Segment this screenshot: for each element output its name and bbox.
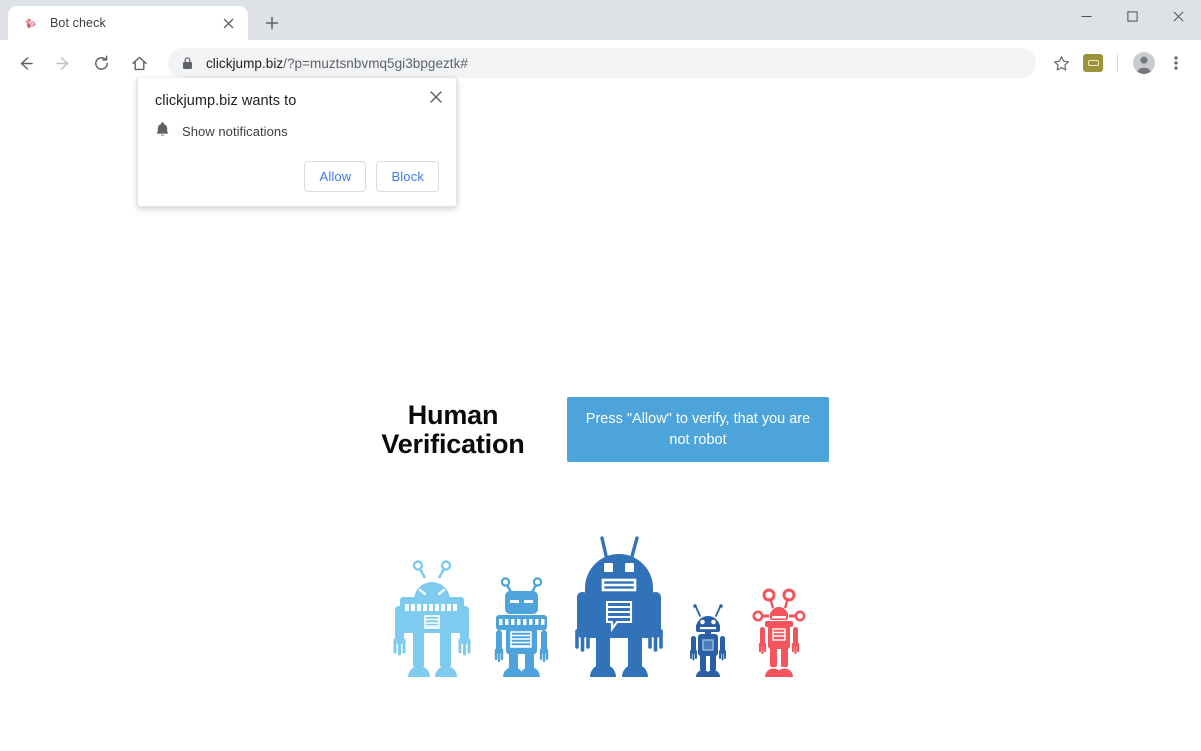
headline-line-1: Human [372, 401, 534, 429]
robot-4-small-dark-blue [683, 600, 733, 678]
url-path: /?p=muztsnbvmq5gi3bpgeztk# [283, 56, 468, 71]
block-button[interactable]: Block [376, 161, 439, 192]
robot-5-red [749, 586, 809, 678]
bell-icon [155, 121, 170, 142]
window-controls [1063, 0, 1201, 32]
extension-glyph [1088, 60, 1099, 66]
chrome-menu-icon[interactable] [1161, 48, 1191, 78]
verify-allow-button[interactable]: Press "Allow" to verify, that you are no… [567, 397, 829, 462]
notification-permission-dialog: clickjump.biz wants to Show notification… [137, 78, 457, 207]
robot-illustration [0, 530, 1201, 678]
permission-request-row: Show notifications [155, 121, 288, 142]
avatar [1133, 52, 1155, 74]
robot-3-large-blue [571, 530, 667, 678]
reload-button[interactable] [84, 46, 118, 80]
new-tab-button[interactable] [258, 9, 286, 37]
forward-button[interactable] [46, 46, 80, 80]
toolbar-divider [1117, 54, 1118, 72]
allow-button[interactable]: Allow [304, 161, 366, 192]
minimize-button[interactable] [1063, 0, 1109, 32]
close-tab-icon[interactable] [218, 13, 238, 33]
robot-1-light-blue [392, 556, 472, 678]
page-title: Human Verification [372, 401, 534, 458]
home-button[interactable] [122, 46, 156, 80]
url-host: clickjump.biz [206, 56, 283, 71]
tab-title: Bot check [50, 16, 218, 30]
maximize-button[interactable] [1109, 0, 1155, 32]
permission-actions: Allow Block [304, 161, 439, 192]
close-icon[interactable] [422, 83, 450, 111]
address-bar[interactable]: clickjump.biz/?p=muztsnbvmq5gi3bpgeztk# [168, 48, 1036, 78]
bookmark-star-icon[interactable] [1046, 48, 1076, 78]
extension-icon[interactable] [1078, 48, 1108, 78]
back-button[interactable] [8, 46, 42, 80]
headline-line-2: Verification [372, 430, 534, 458]
lock-icon [172, 48, 202, 78]
robot-2-blue [488, 572, 555, 678]
tab-strip: Bot check [0, 0, 1201, 40]
browser-window: Bot check [0, 0, 1201, 751]
browser-tab[interactable]: Bot check [8, 6, 248, 40]
close-window-button[interactable] [1155, 0, 1201, 32]
extension-badge [1083, 54, 1103, 72]
url-text: clickjump.biz/?p=muztsnbvmq5gi3bpgeztk# [206, 56, 468, 71]
broken-robot-favicon [22, 15, 39, 32]
permission-dialog-title: clickjump.biz wants to [155, 93, 296, 109]
profile-avatar-icon[interactable] [1129, 48, 1159, 78]
verification-row: Human Verification Press "Allow" to veri… [0, 397, 1201, 462]
permission-label: Show notifications [182, 124, 288, 139]
